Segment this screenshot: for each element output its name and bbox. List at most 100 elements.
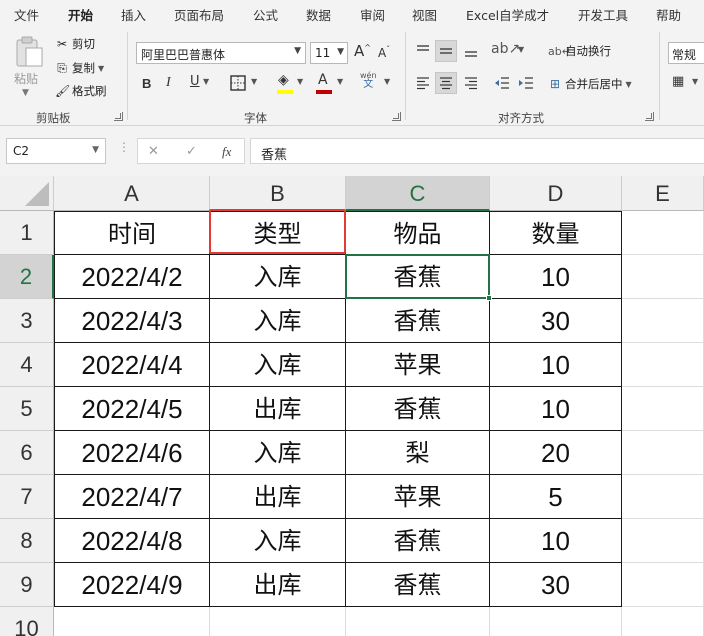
cell-a6[interactable]: 2022/4/6: [54, 431, 210, 475]
font-color-icon[interactable]: A: [318, 73, 328, 87]
cell-d8[interactable]: 10: [490, 519, 622, 563]
tab-help[interactable]: 帮助: [656, 5, 681, 24]
number-format-select[interactable]: 常规: [668, 42, 704, 64]
chevron-down-icon[interactable]: ▼: [251, 78, 257, 86]
cell-a2[interactable]: 2022/4/2: [54, 255, 210, 299]
merge-center-button[interactable]: ⊞ 合并后居中 ▼: [548, 76, 632, 92]
underline-button[interactable]: U: [190, 75, 200, 88]
cell-b4[interactable]: 入库: [210, 343, 346, 387]
cell-d1[interactable]: 数量: [490, 211, 622, 255]
row-header-9[interactable]: 9: [0, 563, 54, 607]
cell-a1[interactable]: 时间: [54, 211, 210, 255]
row-header-2[interactable]: 2: [0, 255, 54, 299]
cell-e1[interactable]: [622, 211, 704, 255]
chevron-down-icon[interactable]: ▼: [337, 78, 343, 86]
cell-d7[interactable]: 5: [490, 475, 622, 519]
select-all-button[interactable]: [0, 176, 54, 211]
cell-c6[interactable]: 梨: [346, 431, 490, 475]
tab-view[interactable]: 视图: [412, 5, 437, 24]
cell-a5[interactable]: 2022/4/5: [54, 387, 210, 431]
cell-d2[interactable]: 10: [490, 255, 622, 299]
cell-b6[interactable]: 入库: [210, 431, 346, 475]
decrease-indent-icon[interactable]: [494, 75, 510, 91]
cell-a8[interactable]: 2022/4/8: [54, 519, 210, 563]
phonetic-guide-icon[interactable]: wén 文: [360, 72, 377, 90]
tab-insert[interactable]: 插入: [121, 5, 146, 24]
wrap-text-button[interactable]: ab↵ 自动换行: [548, 43, 611, 59]
dialog-launcher-icon[interactable]: [114, 112, 123, 121]
cell-e10[interactable]: [622, 607, 704, 636]
tab-developer[interactable]: 开发工具: [578, 5, 628, 24]
grow-font-icon[interactable]: A^: [354, 44, 371, 59]
cell-e4[interactable]: [622, 343, 704, 387]
row-header-1[interactable]: 1: [0, 211, 54, 255]
confirm-icon[interactable]: ✓: [186, 144, 197, 159]
cell-b5[interactable]: 出库: [210, 387, 346, 431]
align-top-icon[interactable]: [415, 43, 431, 59]
cell-b7[interactable]: 出库: [210, 475, 346, 519]
cell-e3[interactable]: [622, 299, 704, 343]
cell-b1[interactable]: 类型: [210, 211, 346, 255]
shrink-font-icon[interactable]: Aˇ: [378, 46, 390, 60]
row-header-10[interactable]: 10: [0, 607, 54, 636]
drag-handle-icon[interactable]: ⋮: [118, 140, 130, 154]
italic-button[interactable]: I: [166, 76, 171, 90]
cell-d10[interactable]: [490, 607, 622, 636]
cell-b9[interactable]: 出库: [210, 563, 346, 607]
cell-c1[interactable]: 物品: [346, 211, 490, 255]
cell-c4[interactable]: 苹果: [346, 343, 490, 387]
cell-e9[interactable]: [622, 563, 704, 607]
cell-c7[interactable]: 苹果: [346, 475, 490, 519]
chevron-down-icon[interactable]: ▼: [518, 46, 524, 54]
tab-formulas[interactable]: 公式: [253, 5, 278, 24]
cell-a7[interactable]: 2022/4/7: [54, 475, 210, 519]
cell-c3[interactable]: 香蕉: [346, 299, 490, 343]
cell-e7[interactable]: [622, 475, 704, 519]
formula-input[interactable]: 香蕉: [250, 138, 704, 164]
bold-button[interactable]: B: [142, 77, 151, 90]
align-bottom-icon[interactable]: [463, 43, 479, 59]
row-header-7[interactable]: 7: [0, 475, 54, 519]
cell-e5[interactable]: [622, 387, 704, 431]
insert-function-icon[interactable]: fx: [222, 144, 231, 160]
tab-page-layout[interactable]: 页面布局: [174, 5, 224, 24]
font-size-select[interactable]: 11 ▼: [310, 42, 348, 64]
cell-c5[interactable]: 香蕉: [346, 387, 490, 431]
increase-indent-icon[interactable]: [518, 75, 534, 91]
cell-c2[interactable]: 香蕉: [346, 255, 490, 299]
column-header-a[interactable]: A: [54, 176, 210, 211]
orientation-icon[interactable]: ab↗: [491, 42, 520, 56]
copy-button[interactable]: ⎘ 复制 ▼: [55, 60, 104, 76]
cell-a4[interactable]: 2022/4/4: [54, 343, 210, 387]
cell-c10[interactable]: [346, 607, 490, 636]
fill-color-icon[interactable]: ◈: [278, 73, 289, 87]
align-left-icon[interactable]: [415, 75, 431, 91]
cell-b2[interactable]: 入库: [210, 255, 346, 299]
cell-e6[interactable]: [622, 431, 704, 475]
cell-a9[interactable]: 2022/4/9: [54, 563, 210, 607]
tab-review[interactable]: 审阅: [360, 5, 385, 24]
column-header-e[interactable]: E: [622, 176, 704, 211]
cell-d4[interactable]: 10: [490, 343, 622, 387]
cancel-icon[interactable]: ✕: [148, 144, 159, 159]
align-right-icon[interactable]: [463, 75, 479, 91]
borders-icon[interactable]: [229, 74, 247, 92]
cut-button[interactable]: ✂ 剪切: [55, 36, 95, 52]
column-header-c[interactable]: C: [346, 176, 490, 211]
chevron-down-icon[interactable]: ▼: [384, 78, 390, 86]
row-header-6[interactable]: 6: [0, 431, 54, 475]
fill-handle[interactable]: [486, 295, 492, 301]
cell-d5[interactable]: 10: [490, 387, 622, 431]
cell-b10[interactable]: [210, 607, 346, 636]
name-box[interactable]: C2 ▼: [6, 138, 106, 164]
cell-d6[interactable]: 20: [490, 431, 622, 475]
dialog-launcher-icon[interactable]: [392, 112, 401, 121]
font-name-select[interactable]: 阿里巴巴普惠体 ▼: [136, 42, 306, 64]
cell-b8[interactable]: 入库: [210, 519, 346, 563]
cell-e2[interactable]: [622, 255, 704, 299]
cell-d3[interactable]: 30: [490, 299, 622, 343]
chevron-down-icon[interactable]: ▼: [297, 78, 303, 86]
format-painter-button[interactable]: 🖌 格式刷: [55, 83, 107, 99]
cell-e8[interactable]: [622, 519, 704, 563]
tab-excel-self-study[interactable]: Excel自学成才: [466, 5, 549, 24]
